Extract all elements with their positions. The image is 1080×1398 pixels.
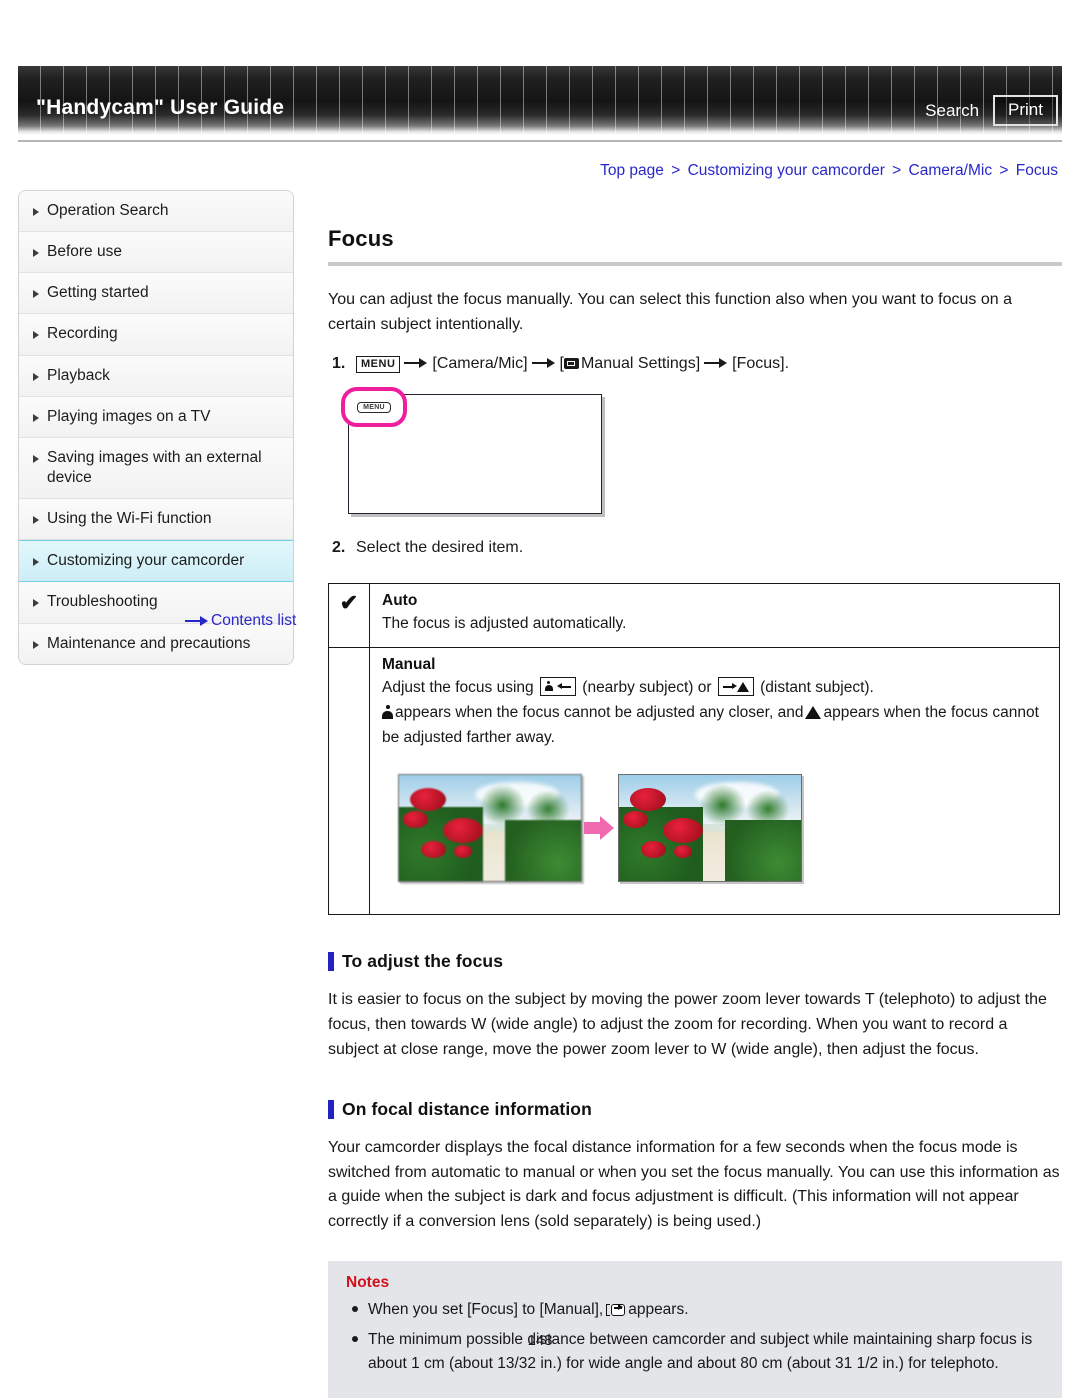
menu-button-icon: MENU (357, 401, 391, 413)
right-arrow-icon (531, 357, 557, 369)
breadcrumb-item-focus[interactable]: Focus (1016, 162, 1058, 179)
section-body-to-adjust-the-focus: It is easier to focus on the subject by … (328, 991, 1047, 1058)
step-2: 2. Select the desired item. (328, 536, 1062, 561)
sidebar-item-label: Maintenance and precautions (47, 634, 251, 652)
option-name-auto: Auto (382, 592, 418, 610)
table-row-manual: Manual Adjust the focus using (nearby su… (328, 646, 1060, 916)
left-arrow-icon (556, 682, 571, 689)
section-body-on-focal-distance-information: Your camcorder displays the focal distan… (328, 1138, 1060, 1231)
sidebar-item-label: Saving images with an external device (47, 448, 262, 486)
section-heading-to-adjust-the-focus: To adjust the focus (328, 951, 1062, 972)
manual-focus-indicator-icon (606, 1303, 626, 1317)
right-arrow-icon (185, 615, 209, 626)
sidebar-item-recording[interactable]: Recording (19, 314, 293, 356)
mountain-icon (805, 705, 822, 719)
sidebar-item-label: Using the Wi-Fi function (47, 510, 212, 528)
option-name-manual: Manual (382, 655, 436, 673)
photo-after-focus (618, 774, 802, 883)
note-item-suffix: appears. (628, 1300, 689, 1318)
far-focus-button-icon (717, 676, 754, 696)
menu-button-icon: MENU (356, 355, 401, 373)
contents-list-label: Contents list (211, 612, 297, 629)
section-heading-on-focal-distance-information: On focal distance information (328, 1099, 1062, 1120)
sidebar-item-label: Customizing your camcorder (47, 552, 245, 570)
sidebar-item-label: Troubleshooting (47, 593, 158, 611)
step-1-number: 1. (332, 354, 346, 372)
notes-box: Notes When you set [Focus] to [Manual], a… (328, 1260, 1062, 1398)
intro-paragraph: You can adjust the focus manually. You c… (328, 291, 1012, 333)
step-1-camera-mic: [Camera/Mic] (432, 354, 528, 372)
sidebar-item-saving-images-external-device[interactable]: Saving images with an external device (19, 437, 293, 500)
sidebar-item-label: Getting started (47, 284, 149, 302)
breadcrumb-separator: > (999, 162, 1009, 179)
sidebar-item-label: Playing images on a TV (47, 407, 211, 425)
option-desc-auto: The focus is adjusted automatically. (382, 615, 627, 633)
right-arrow-icon (403, 357, 429, 369)
sidebar-item-before-use[interactable]: Before use (19, 232, 293, 274)
search-link[interactable]: Search (925, 101, 979, 121)
header-actions: Search Print (925, 95, 1058, 126)
right-arrow-icon (722, 682, 737, 689)
print-button[interactable]: Print (993, 95, 1058, 126)
near-focus-button-icon (539, 676, 576, 696)
sidebar-navigation: Operation Search Before use Getting star… (18, 190, 294, 665)
page-number: 148 (527, 1332, 553, 1349)
sidebar-item-playback[interactable]: Playback (19, 355, 293, 397)
photo-before-focus (398, 774, 582, 883)
sidebar-item-label: Operation Search (47, 202, 169, 219)
mountain-icon (736, 681, 749, 692)
right-arrow-icon (703, 357, 729, 369)
step-1: 1. MENU [Camera/Mic][Manual Settings] [Foc… (328, 352, 1062, 377)
camera-settings-icon (563, 357, 579, 369)
sidebar-item-operation-search[interactable]: Operation Search (19, 191, 293, 233)
person-icon (544, 680, 553, 692)
breadcrumb-item-top-page[interactable]: Top page (600, 162, 664, 179)
sidebar-item-using-wifi-function[interactable]: Using the Wi-Fi function (19, 499, 293, 541)
manual-desc-part-a: Adjust the focus using (382, 678, 534, 696)
note-item: When you set [Focus] to [Manual], appears… (346, 1298, 1044, 1322)
sidebar-item-customizing-your-camcorder[interactable]: Customizing your camcorder (19, 540, 293, 583)
sidebar-item-label: Before use (47, 243, 122, 261)
title-divider (328, 262, 1062, 266)
breadcrumb: Top page > Customizing your camcorder > … (600, 162, 1058, 180)
camcorder-screen-illustration: MENU (341, 387, 602, 515)
checkmark-icon: ✔ (339, 590, 359, 616)
step-1-focus: [Focus]. (732, 354, 790, 372)
menu-button-callout: MENU (341, 387, 407, 428)
focus-example-photos (398, 774, 1049, 883)
step-2-number: 2. (332, 539, 346, 557)
sidebar-item-playing-images-on-tv[interactable]: Playing images on a TV (19, 396, 293, 438)
auto-check-cell: ✔ (328, 583, 370, 648)
sidebar-item-getting-started[interactable]: Getting started (19, 273, 293, 315)
person-icon (382, 704, 393, 720)
focus-options-table: ✔ Auto The focus is adjusted automatical… (328, 583, 1060, 916)
manual-check-cell (328, 646, 370, 916)
note-item-text: When you set [Focus] to [Manual], (368, 1300, 604, 1318)
option-desc-manual: Adjust the focus using (nearby subject) … (382, 676, 1049, 750)
sidebar-item-label: Playback (47, 366, 110, 384)
step-2-label: Select the desired item. (356, 539, 524, 557)
breadcrumb-item-camera-mic[interactable]: Camera/Mic (909, 162, 993, 179)
manual-desc-part-b: (nearby subject) or (582, 678, 712, 696)
page-title: Focus (328, 226, 394, 251)
breadcrumb-item-customizing[interactable]: Customizing your camcorder (688, 162, 885, 179)
manual-description-cell: Manual Adjust the focus using (nearby su… (369, 646, 1060, 916)
notes-title: Notes (346, 1273, 390, 1291)
step-1-body: MENU [Camera/Mic][Manual Settings] [Focus]… (356, 352, 1062, 377)
main-content: Focus You can adjust the focus manually.… (328, 190, 1062, 1398)
table-row-auto: ✔ Auto The focus is adjusted automatical… (328, 583, 1060, 648)
contents-list-link[interactable]: Contents list (185, 612, 296, 630)
auto-description-cell: Auto The focus is adjusted automatically… (369, 583, 1060, 648)
step-1-manual-settings: Manual Settings] (580, 354, 701, 372)
sidebar-item-label: Recording (47, 325, 118, 343)
breadcrumb-separator: > (671, 162, 681, 179)
manual-desc-part-c: (distant subject). (760, 678, 874, 696)
manual-desc-part-d: appears when the focus cannot be adjuste… (395, 703, 804, 721)
header-underline-rule (18, 140, 1062, 142)
site-title: "Handycam" User Guide (36, 96, 285, 119)
breadcrumb-separator: > (892, 162, 902, 179)
